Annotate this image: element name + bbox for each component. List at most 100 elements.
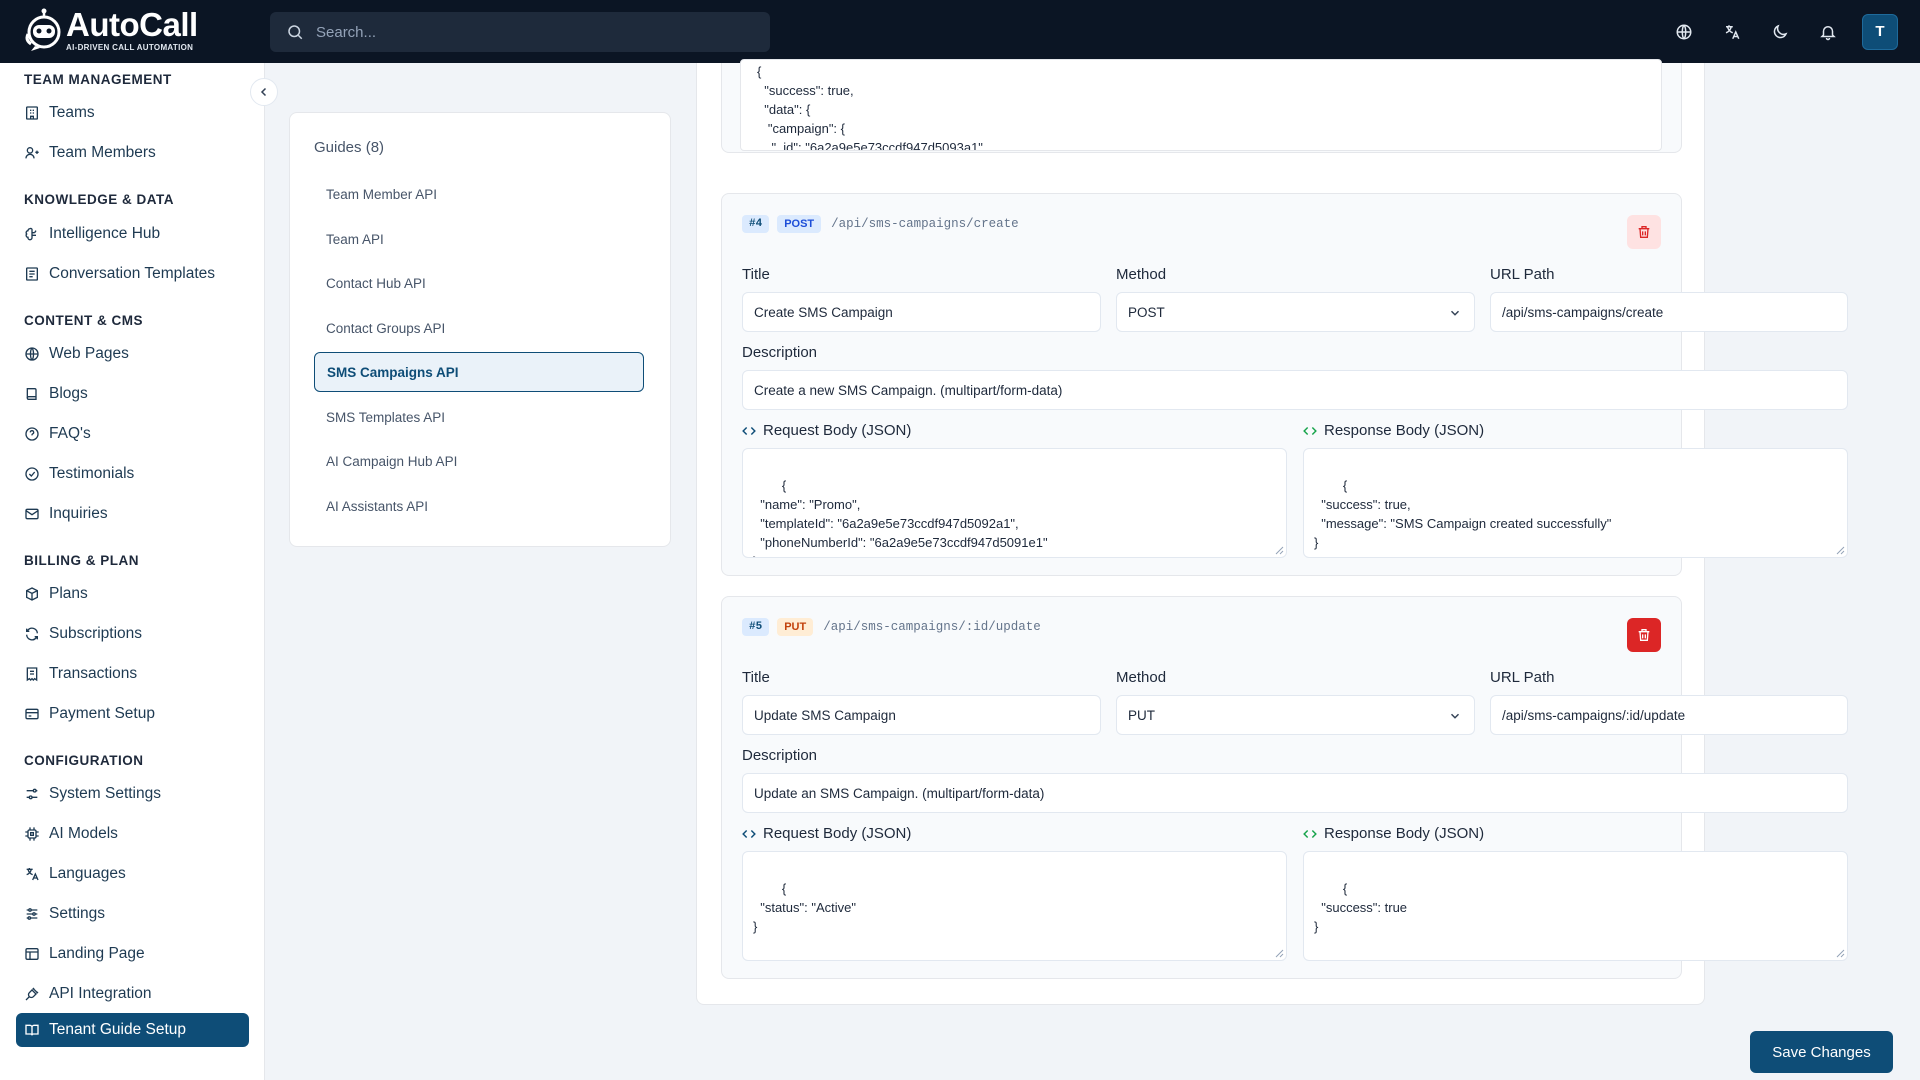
sidebar-item-intelligence-hub[interactable]: Intelligence Hub <box>16 217 249 251</box>
description-input[interactable]: Update an SMS Campaign. (multipart/form-… <box>742 773 1848 813</box>
response-body-editor[interactable]: { "success": true } <box>1303 851 1848 961</box>
delete-endpoint-button[interactable] <box>1627 215 1661 249</box>
sidebar-item-label: FAQ's <box>49 425 91 442</box>
book-open-icon <box>25 1024 39 1036</box>
section-title-configuration: CONFIGURATION <box>24 753 144 768</box>
sidebar-item-label: Inquiries <box>49 505 108 522</box>
guide-item-ai-assistants-api[interactable]: AI Assistants API <box>314 486 644 526</box>
sidebar-collapse-button[interactable] <box>250 78 278 106</box>
package-icon <box>26 587 38 601</box>
refresh-icon <box>26 627 38 641</box>
guide-item-contact-groups-api[interactable]: Contact Groups API <box>314 308 644 348</box>
url-path-input[interactable]: /api/sms-campaigns/:id/update <box>1490 695 1848 735</box>
sidebar-item-system-settings[interactable]: System Settings <box>16 777 249 811</box>
search-bar[interactable] <box>270 12 770 52</box>
layout-icon <box>25 948 39 960</box>
help-icon <box>25 427 39 441</box>
sidebar-item-transactions[interactable]: Transactions <box>16 657 249 691</box>
method-badge: POST <box>777 215 822 233</box>
sidebar-item-api-integration[interactable]: API Integration <box>16 977 249 1011</box>
sidebar-item-languages[interactable]: Languages <box>16 857 249 891</box>
method-badge: PUT <box>777 618 814 636</box>
resize-grip-icon[interactable] <box>1275 949 1284 958</box>
sidebar-item-web-pages[interactable]: Web Pages <box>16 337 249 371</box>
sidebar-item-label: Conversation Templates <box>49 265 215 282</box>
moon-icon[interactable] <box>1756 8 1804 56</box>
sidebar-item-settings[interactable]: Settings <box>16 897 249 931</box>
cpu-icon <box>25 827 39 841</box>
url-path-label: URL Path <box>1490 669 1555 686</box>
guide-item-ai-campaign-hub-api[interactable]: AI Campaign Hub API <box>314 441 644 481</box>
settings-icon <box>26 908 38 920</box>
sidebar-item-payment-setup[interactable]: Payment Setup <box>16 697 249 731</box>
sidebar-item-teams[interactable]: Teams <box>16 96 249 130</box>
sidebar-item-subscriptions[interactable]: Subscriptions <box>16 617 249 651</box>
sidebar-item-label: Blogs <box>49 385 88 402</box>
endpoints-panel: { "success": true, "data": { "campaign":… <box>696 59 1848 1005</box>
endpoint-path: /api/sms-campaigns/:id/update <box>823 620 1041 634</box>
app-name: AutoCall <box>66 6 198 43</box>
section-title-billing-plan: BILLING & PLAN <box>24 553 139 568</box>
check-circle-icon <box>25 467 39 481</box>
sidebar-item-testimonials[interactable]: Testimonials <box>16 457 249 491</box>
search-icon <box>288 25 303 40</box>
sidebar-item-label: Payment Setup <box>49 705 155 722</box>
endpoint-path: /api/sms-campaigns/create <box>831 217 1019 231</box>
search-input[interactable] <box>316 23 736 41</box>
sidebar-item-faqs[interactable]: FAQ's <box>16 417 249 451</box>
sidebar-item-inquiries[interactable]: Inquiries <box>16 497 249 531</box>
sidebar-item-label: Teams <box>49 104 95 121</box>
response-body-label: Response Body (JSON) <box>1303 422 1484 439</box>
request-body-label: Request Body (JSON) <box>742 422 911 439</box>
title-input[interactable]: Create SMS Campaign <box>742 292 1101 332</box>
title-label: Title <box>742 266 770 283</box>
translate-icon[interactable] <box>1708 8 1756 56</box>
resize-grip-icon[interactable] <box>1275 546 1284 555</box>
bell-icon[interactable] <box>1804 8 1852 56</box>
method-label: Method <box>1116 669 1167 686</box>
sidebar-item-plans[interactable]: Plans <box>16 577 249 611</box>
sidebar-item-label: Plans <box>49 585 88 602</box>
method-select[interactable]: PUT <box>1116 695 1475 735</box>
description-label: Description <box>742 344 818 361</box>
guide-item-contact-hub-api[interactable]: Contact Hub API <box>314 263 644 303</box>
title-input[interactable]: Update SMS Campaign <box>742 695 1101 735</box>
globe-icon[interactable] <box>1660 8 1708 56</box>
main-content: Guides (8) Team Member API Team API Cont… <box>265 59 1920 1080</box>
section-title-knowledge-data: KNOWLEDGE & DATA <box>24 192 174 207</box>
endpoint-card-previous: { "success": true, "data": { "campaign":… <box>721 59 1682 153</box>
language-icon <box>26 868 39 881</box>
request-body-editor[interactable]: { "name": "Promo", "templateId": "6a2a9e… <box>742 448 1287 558</box>
method-select-value: PUT <box>1128 707 1155 723</box>
sidebar-item-conversation-templates[interactable]: Conversation Templates <box>16 257 249 291</box>
sidebar-item-team-members[interactable]: Team Members <box>16 136 249 170</box>
save-changes-button[interactable]: Save Changes <box>1750 1031 1893 1073</box>
guides-title: Guides (8) <box>314 139 385 156</box>
response-body-editor[interactable]: { "success": true, "data": { "campaign":… <box>740 59 1662 151</box>
guide-item-sms-templates-api[interactable]: SMS Templates API <box>314 397 644 437</box>
user-avatar[interactable]: T <box>1862 13 1898 50</box>
method-select[interactable]: POST <box>1116 292 1475 332</box>
guide-item-team-api[interactable]: Team API <box>314 219 644 259</box>
code-icon <box>742 829 756 838</box>
sidebar-item-blogs[interactable]: Blogs <box>16 377 249 411</box>
app-logo[interactable]: AutoCall AI-DRIVEN CALL AUTOMATION <box>24 8 198 52</box>
endpoint-card-5: #5 PUT /api/sms-campaigns/:id/update Tit… <box>721 596 1848 979</box>
title-label: Title <box>742 669 770 686</box>
description-input[interactable]: Create a new SMS Campaign. (multipart/fo… <box>742 370 1848 410</box>
response-body-editor[interactable]: { "success": true, "message": "SMS Campa… <box>1303 448 1848 558</box>
sidebar-item-label: Settings <box>49 905 106 922</box>
sidebar-item-landing-page[interactable]: Landing Page <box>16 937 249 971</box>
guide-item-team-member-api[interactable]: Team Member API <box>314 174 644 214</box>
resize-grip-icon[interactable] <box>1836 949 1845 958</box>
guide-item-sms-campaigns-api[interactable]: SMS Campaigns API <box>314 352 644 392</box>
delete-endpoint-button[interactable] <box>1627 618 1661 652</box>
request-body-editor[interactable]: { "status": "Active" } <box>742 851 1287 961</box>
resize-grip-icon[interactable] <box>1836 546 1845 555</box>
section-title-team-management: TEAM MANAGEMENT <box>24 72 172 87</box>
endpoint-number-badge: #4 <box>742 215 770 233</box>
sidebar-item-ai-models[interactable]: AI Models <box>16 817 249 851</box>
sidebar-item-tenant-guide-setup[interactable]: Tenant Guide Setup <box>16 1013 249 1047</box>
url-path-input[interactable]: /api/sms-campaigns/create <box>1490 292 1848 332</box>
trash-icon <box>1638 629 1650 641</box>
